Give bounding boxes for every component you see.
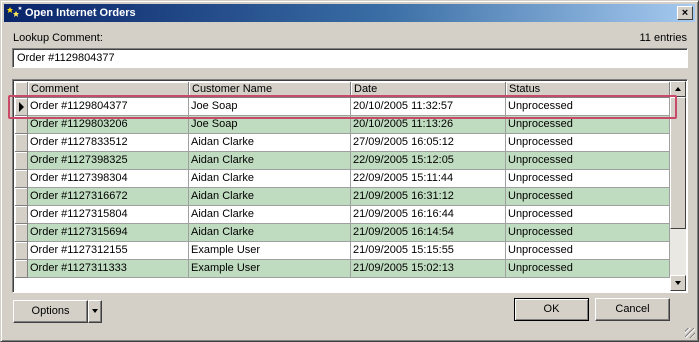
table-row[interactable]: Order #1127398304 Aidan Clarke 22/09/2005 … xyxy=(15,170,670,188)
cell-status[interactable]: Unprocessed xyxy=(506,170,670,188)
ok-button[interactable]: OK xyxy=(514,298,589,321)
orders-grid: Comment Customer Name Date Status Order … xyxy=(12,79,688,293)
cell-comment[interactable]: Order #1127312155 xyxy=(28,242,189,260)
cell-date[interactable]: 21/09/2005 16:14:54 xyxy=(351,224,506,242)
cell-status[interactable]: Unprocessed xyxy=(506,206,670,224)
cell-date[interactable]: 20/10/2005 11:13:26 xyxy=(351,116,506,134)
cell-customer-name[interactable]: Aidan Clarke xyxy=(189,206,351,224)
cell-status[interactable]: Unprocessed xyxy=(506,152,670,170)
cell-customer-name[interactable]: Aidan Clarke xyxy=(189,170,351,188)
row-selector[interactable] xyxy=(15,170,28,188)
table-row[interactable]: Order #1127398325 Aidan Clarke 22/09/2005 … xyxy=(15,152,670,170)
table-row[interactable]: Order #1129804377 Joe Soap 20/10/2005 11:3… xyxy=(15,98,670,116)
cell-comment[interactable]: Order #1129803206 xyxy=(28,116,189,134)
cell-status[interactable]: Unprocessed xyxy=(506,224,670,242)
table-row[interactable]: Order #1127315804 Aidan Clarke 21/09/2005 … xyxy=(15,206,670,224)
cell-customer-name[interactable]: Example User xyxy=(189,260,351,278)
table-row[interactable]: Order #1127833512 Aidan Clarke 27/09/2005 … xyxy=(15,134,670,152)
cell-customer-name[interactable]: Aidan Clarke xyxy=(189,224,351,242)
row-selector[interactable] xyxy=(15,98,28,116)
cancel-button[interactable]: Cancel xyxy=(595,298,670,321)
cell-status[interactable]: Unprocessed xyxy=(506,188,670,206)
row-selector[interactable] xyxy=(15,134,28,152)
options-button[interactable]: Options xyxy=(13,300,88,323)
cell-status[interactable]: Unprocessed xyxy=(506,98,670,116)
cell-comment[interactable]: Order #1127315694 xyxy=(28,224,189,242)
title-bar[interactable]: Open Internet Orders × xyxy=(4,4,695,22)
cell-comment[interactable]: Order #1127398304 xyxy=(28,170,189,188)
cell-customer-name[interactable]: Joe Soap xyxy=(189,116,351,134)
cell-customer-name[interactable]: Aidan Clarke xyxy=(189,152,351,170)
cell-comment[interactable]: Order #1127311333 xyxy=(28,260,189,278)
entries-count: 11 entries xyxy=(639,32,688,44)
current-row-arrow-icon xyxy=(19,102,24,112)
arrow-down-icon xyxy=(675,281,681,285)
cell-customer-name[interactable]: Example User xyxy=(189,242,351,260)
cell-date[interactable]: 21/09/2005 15:02:13 xyxy=(351,260,506,278)
row-selector[interactable] xyxy=(15,152,28,170)
cell-date[interactable]: 20/10/2005 11:32:57 xyxy=(351,98,506,116)
cell-date[interactable]: 21/09/2005 16:16:44 xyxy=(351,206,506,224)
column-header-comment[interactable]: Comment xyxy=(28,82,189,98)
row-selector[interactable] xyxy=(15,206,28,224)
table-row[interactable]: Order #1127311333 Example User 21/09/2005 … xyxy=(15,260,670,278)
row-selector[interactable] xyxy=(15,242,28,260)
cell-date[interactable]: 22/09/2005 15:11:44 xyxy=(351,170,506,188)
row-header-corner xyxy=(15,82,28,98)
cell-comment[interactable]: Order #1127833512 xyxy=(28,134,189,152)
cell-comment[interactable]: Order #1129804377 xyxy=(28,98,189,116)
cell-status[interactable]: Unprocessed xyxy=(506,116,670,134)
chevron-down-icon xyxy=(92,309,98,313)
open-orders-dialog: Open Internet Orders × Lookup Comment: 1… xyxy=(0,0,699,342)
table-row[interactable]: Order #1129803206 Joe Soap 20/10/2005 11:1… xyxy=(15,116,670,134)
row-selector[interactable] xyxy=(15,224,28,242)
cell-date[interactable]: 21/09/2005 15:15:55 xyxy=(351,242,506,260)
options-dropdown-button[interactable] xyxy=(88,300,102,323)
column-header-status[interactable]: Status xyxy=(506,82,670,98)
cell-status[interactable]: Unprocessed xyxy=(506,134,670,152)
table-row[interactable]: Order #1127312155 Example User 21/09/2005 … xyxy=(15,242,670,260)
cell-date[interactable]: 27/09/2005 16:05:12 xyxy=(351,134,506,152)
row-selector[interactable] xyxy=(15,188,28,206)
scroll-thumb[interactable] xyxy=(670,97,686,229)
resize-grip-icon[interactable] xyxy=(685,328,695,338)
cell-customer-name[interactable]: Aidan Clarke xyxy=(189,188,351,206)
scroll-down-button[interactable] xyxy=(670,275,686,291)
cell-status[interactable]: Unprocessed xyxy=(506,260,670,278)
cell-status[interactable]: Unprocessed xyxy=(506,242,670,260)
column-header-customer-name[interactable]: Customer Name xyxy=(189,82,351,98)
grid-body: Order #1129804377 Joe Soap 20/10/2005 11:3… xyxy=(15,98,670,278)
vertical-scrollbar[interactable] xyxy=(670,81,686,291)
column-header-date[interactable]: Date xyxy=(351,82,506,98)
close-icon: × xyxy=(681,7,689,19)
table-row[interactable]: Order #1127316672 Aidan Clarke 21/09/2005 … xyxy=(15,188,670,206)
arrow-up-icon xyxy=(675,87,681,91)
cell-date[interactable]: 22/09/2005 15:12:05 xyxy=(351,152,506,170)
cell-comment[interactable]: Order #1127316672 xyxy=(28,188,189,206)
cell-comment[interactable]: Order #1127315804 xyxy=(28,206,189,224)
grid-header: Comment Customer Name Date Status xyxy=(15,82,670,98)
table-row[interactable]: Order #1127315694 Aidan Clarke 21/09/2005 … xyxy=(15,224,670,242)
cell-customer-name[interactable]: Joe Soap xyxy=(189,98,351,116)
cell-date[interactable]: 21/09/2005 16:31:12 xyxy=(351,188,506,206)
scroll-up-button[interactable] xyxy=(670,81,686,97)
close-button[interactable]: × xyxy=(677,6,693,20)
lookup-comment-input[interactable]: Order #1129804377 xyxy=(12,48,688,68)
cell-customer-name[interactable]: Aidan Clarke xyxy=(189,134,351,152)
row-selector[interactable] xyxy=(15,116,28,134)
cell-comment[interactable]: Order #1127398325 xyxy=(28,152,189,170)
lookup-comment-label: Lookup Comment: xyxy=(13,32,103,44)
row-selector[interactable] xyxy=(15,260,28,278)
window-title: Open Internet Orders xyxy=(25,7,136,19)
stars-icon xyxy=(7,6,22,17)
